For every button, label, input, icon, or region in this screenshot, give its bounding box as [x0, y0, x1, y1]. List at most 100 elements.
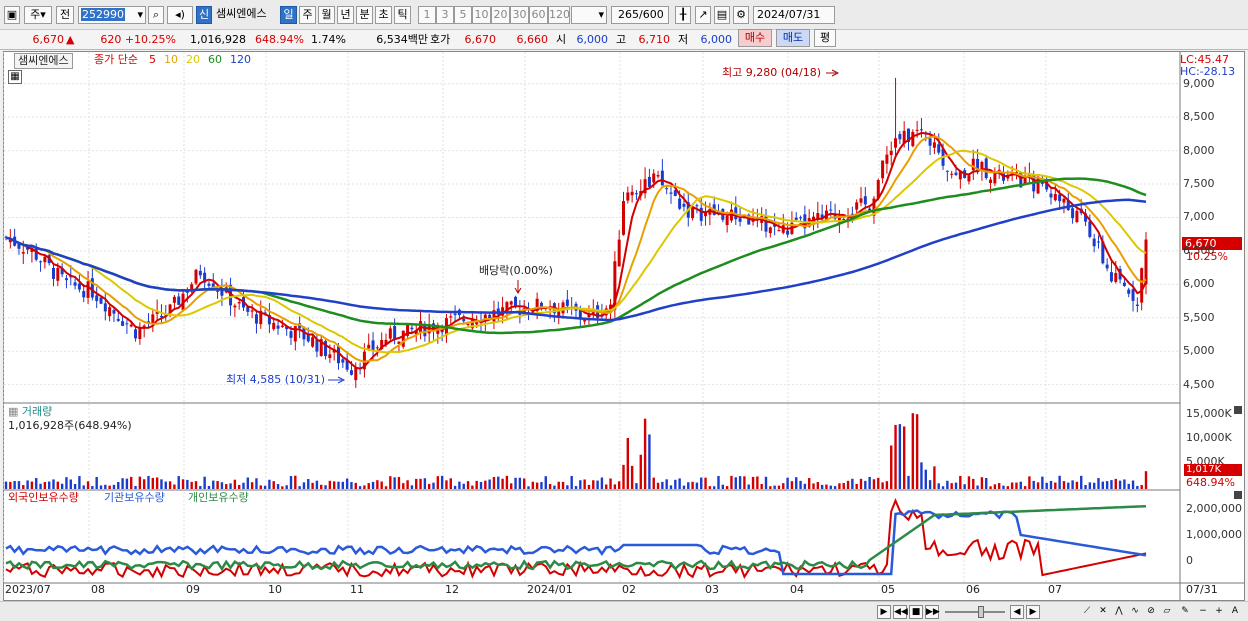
- minute-tab-120[interactable]: 120: [548, 6, 570, 24]
- chart-area[interactable]: [3, 51, 1245, 601]
- draw-rect-icon[interactable]: ▱: [1160, 605, 1174, 619]
- shin-badge: 신: [196, 6, 212, 24]
- zoom-out-icon[interactable]: −: [1196, 605, 1210, 619]
- period-select[interactable]: 주▾: [24, 6, 52, 24]
- legend-stock-name[interactable]: 샘씨엔에스: [14, 53, 73, 69]
- holding-legend-0: 외국인보유수량: [8, 491, 79, 504]
- minute-tab-5[interactable]: 5: [454, 6, 472, 24]
- up-arrow-icon: ▲: [66, 33, 75, 46]
- low-price: 6,000: [700, 33, 733, 46]
- x-tick-11: 06: [966, 583, 980, 596]
- price-tick-6: 6,000: [1183, 277, 1215, 291]
- price-tick-3: 7,500: [1183, 177, 1215, 191]
- period-tab-4[interactable]: 분: [356, 6, 373, 24]
- draw-line-icon[interactable]: ⟋: [1080, 605, 1094, 619]
- prev-button[interactable]: 전: [56, 6, 74, 24]
- play-icon[interactable]: ▶: [877, 605, 891, 619]
- minute-tab-3[interactable]: 3: [436, 6, 454, 24]
- x-tick-5: 12: [445, 583, 459, 596]
- draw-tool-icon[interactable]: ✎: [1178, 605, 1192, 619]
- high-annotation: 최고 9,280 (04/18): [722, 66, 822, 79]
- ma-legend-60: 60: [208, 53, 222, 66]
- scroll-left-icon[interactable]: ◀: [1010, 605, 1024, 619]
- grid-toggle-icon[interactable]: ▦: [8, 70, 22, 84]
- zoom-slider-handle[interactable]: [978, 606, 984, 618]
- volume-value: 1,016,928주(648.94%): [8, 419, 132, 432]
- date-input[interactable]: 2024/07/31: [753, 6, 835, 24]
- sound-icon[interactable]: ◂): [167, 6, 193, 24]
- minute-tab-30[interactable]: 30: [510, 6, 529, 24]
- high-label: 고: [616, 33, 627, 46]
- price-tick-5: 6,500: [1183, 243, 1215, 257]
- draw-trend-icon[interactable]: ⋀: [1112, 605, 1126, 619]
- minute-tab-20[interactable]: 20: [491, 6, 510, 24]
- count-input[interactable]: 265/600: [611, 6, 669, 24]
- scroll-right-icon[interactable]: ▶: [1026, 605, 1040, 619]
- x-tick-9: 04: [790, 583, 804, 596]
- price-tick-7: 5,500: [1183, 310, 1215, 324]
- x-tick-1: 08: [91, 583, 105, 596]
- volume-close-icon[interactable]: [1234, 406, 1242, 414]
- text-tool-icon[interactable]: A: [1228, 605, 1242, 619]
- stop-icon[interactable]: ■: [909, 605, 923, 619]
- low-label: 저: [678, 33, 689, 46]
- x-tick-0: 2023/07: [5, 583, 51, 596]
- period-tab-3[interactable]: 년: [337, 6, 354, 24]
- minute-tab-1[interactable]: 1: [418, 6, 436, 24]
- ma-legend-5: 5: [149, 53, 156, 66]
- price-tick-1: 8,500: [1183, 110, 1215, 124]
- price-tick-2: 8,000: [1183, 143, 1215, 157]
- stock-name: 샘씨엔에스: [216, 7, 267, 20]
- dividend-annotation: 배당락(0.00%): [479, 264, 553, 277]
- volume-tick-1: 10,000K: [1186, 431, 1232, 444]
- volume-title: ▦ 거래량: [8, 405, 53, 418]
- x-tick-10: 05: [881, 583, 895, 596]
- x-tick-12: 07: [1048, 583, 1062, 596]
- legend-ma-prefix: 종가 단순: [94, 53, 138, 66]
- code-input[interactable]: 252990 ▾: [78, 6, 146, 24]
- period-tab-5[interactable]: 초: [375, 6, 392, 24]
- minute-tab-60[interactable]: 60: [529, 6, 548, 24]
- layout-icon[interactable]: ▣: [4, 6, 20, 24]
- holding-close-icon[interactable]: [1234, 491, 1242, 499]
- unit-select[interactable]: ▾: [571, 6, 607, 24]
- draw-wave-icon[interactable]: ∿: [1128, 605, 1142, 619]
- price-tick-4: 7,000: [1183, 210, 1215, 224]
- volume-ratio: 648.94%: [255, 33, 304, 46]
- volume-tick-0: 15,000K: [1186, 407, 1232, 420]
- avg-button[interactable]: 평: [814, 29, 836, 47]
- ma-legend-20: 20: [186, 53, 200, 66]
- period-tab-2[interactable]: 월: [318, 6, 335, 24]
- turnover: 1.74%: [311, 33, 346, 46]
- bottom-toolbar: ▶ ◀◀ ■ ▶▶ ◀ ▶ ⟋ ✕ ⋀ ∿ ⊘ ▱ ✎ − + A: [0, 601, 1248, 621]
- high-price: 6,710: [638, 33, 671, 46]
- ma-legend-120: 120: [230, 53, 251, 66]
- search-icon[interactable]: ⌕: [148, 6, 164, 24]
- price-tick-8: 5,000: [1183, 344, 1215, 358]
- rewind-icon[interactable]: ◀◀: [893, 605, 908, 619]
- draw-fan-icon[interactable]: ⊘: [1144, 605, 1158, 619]
- period-tab-0[interactable]: 일: [280, 6, 297, 24]
- gear-icon[interactable]: ⚙: [733, 6, 749, 24]
- period-tab-1[interactable]: 주: [299, 6, 316, 24]
- price-change: 620 +10.25%: [100, 33, 176, 46]
- compare-icon[interactable]: ↗: [695, 6, 711, 24]
- quote-bar: 6,670 ▲ 620 +10.25% 1,016,928 648.94% 1.…: [0, 29, 1248, 50]
- ma-legend-10: 10: [164, 53, 178, 66]
- save-icon[interactable]: ▤: [714, 6, 730, 24]
- candle-type-icon[interactable]: ╂: [675, 6, 691, 24]
- zoom-in-icon[interactable]: +: [1212, 605, 1226, 619]
- draw-cross-icon[interactable]: ✕: [1096, 605, 1110, 619]
- zoom-slider[interactable]: [945, 611, 1005, 613]
- x-axis-right-label: 07/31: [1186, 583, 1218, 596]
- sell-button[interactable]: 매도: [776, 29, 810, 47]
- holding-tick-0: 2,000,000: [1186, 502, 1242, 515]
- minute-tab-10[interactable]: 10: [472, 6, 491, 24]
- forward-icon[interactable]: ▶▶: [925, 605, 940, 619]
- period-tab-6[interactable]: 틱: [394, 6, 411, 24]
- current-price: 6,670: [32, 33, 65, 46]
- volume-last-tag: 1,017K: [1184, 464, 1242, 476]
- price-tick-0: 9,000: [1183, 76, 1215, 90]
- buy-button[interactable]: 매수: [738, 29, 772, 47]
- x-tick-3: 10: [268, 583, 282, 596]
